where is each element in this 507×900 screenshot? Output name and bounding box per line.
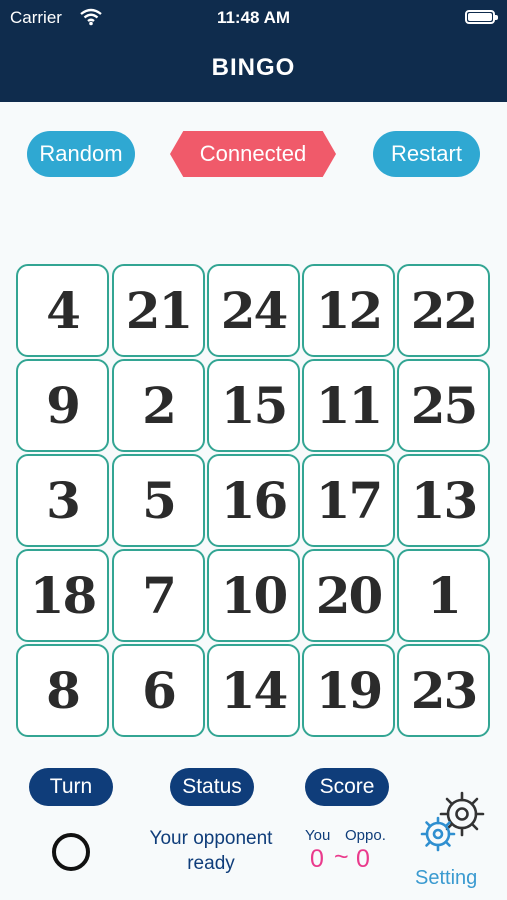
bingo-cell[interactable]: 25 [397,359,490,452]
bingo-cell[interactable]: 24 [207,264,300,357]
turn-label: Turn [29,768,113,806]
bingo-cell[interactable]: 12 [302,264,395,357]
gear-icon[interactable] [416,788,488,858]
status-line-2: ready [187,853,235,874]
you-score: 0 [310,845,324,873]
clock: 11:48 AM [216,8,291,27]
random-button[interactable]: Random [27,131,135,177]
connected-button[interactable]: Connected [170,131,336,177]
status-bar: Carrier 11:48 AM [0,0,507,36]
status-line-1: Your opponent [149,828,273,849]
score-label: Score [305,768,389,806]
bingo-cell[interactable]: 14 [207,644,300,737]
setting-label[interactable]: Setting [415,867,477,890]
you-label: You [305,827,331,844]
bingo-cell[interactable]: 8 [16,644,109,737]
oppo-score: 0 [356,845,370,873]
bingo-cell[interactable]: 4 [16,264,109,357]
bingo-cell[interactable]: 22 [397,264,490,357]
bingo-cell[interactable]: 9 [16,359,109,452]
app-header: Carrier 11:48 AM BINGO [0,0,507,102]
bingo-cell[interactable]: 13 [397,454,490,547]
bingo-cell[interactable]: 2 [112,359,205,452]
bingo-cell[interactable]: 6 [112,644,205,737]
bingo-cell[interactable]: 17 [302,454,395,547]
bingo-cell[interactable]: 23 [397,644,490,737]
bingo-cell[interactable]: 1 [397,549,490,642]
circle-icon [52,833,90,871]
status-message: Your opponent ready [130,826,292,876]
score-separator: ~ [334,843,349,871]
bingo-cell[interactable]: 21 [112,264,205,357]
bingo-cell[interactable]: 19 [302,644,395,737]
bingo-cell[interactable]: 16 [207,454,300,547]
oppo-label: Oppo. [345,827,386,844]
battery-icon [465,10,498,24]
restart-button[interactable]: Restart [373,131,480,177]
bingo-cell[interactable]: 5 [112,454,205,547]
bingo-cell[interactable]: 7 [112,549,205,642]
bingo-cell[interactable]: 15 [207,359,300,452]
bingo-cell[interactable]: 11 [302,359,395,452]
bingo-cell[interactable]: 20 [302,549,395,642]
bingo-cell[interactable]: 18 [16,549,109,642]
page-title: BINGO [211,54,296,81]
status-label: Status [170,768,254,806]
bingo-cell[interactable]: 10 [207,549,300,642]
bingo-cell[interactable]: 3 [16,454,109,547]
bingo-grid: 4 21 24 12 22 9 2 15 11 25 3 5 16 17 13 … [16,264,492,740]
